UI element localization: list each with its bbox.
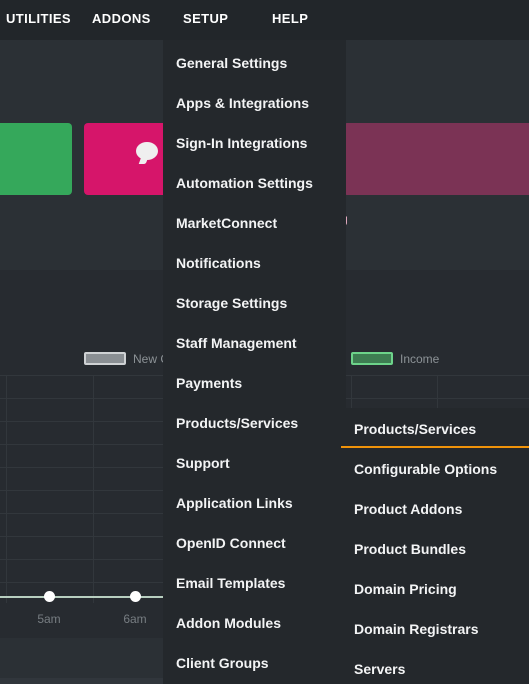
setup-dropdown-menu: General Settings Apps & Integrations Sig… <box>163 40 346 684</box>
submenu-item-configurable-options[interactable]: Configurable Options <box>354 458 529 480</box>
menu-item-products-services[interactable]: Products/Services <box>176 412 346 434</box>
speech-bubble-icon <box>136 142 158 160</box>
menu-item-sign-in-integrations[interactable]: Sign-In Integrations <box>176 132 346 154</box>
menu-item-general-settings[interactable]: General Settings <box>176 52 346 74</box>
submenu-item-product-bundles[interactable]: Product Bundles <box>354 538 529 560</box>
legend-label: Income <box>400 351 440 366</box>
stat-card-wine[interactable] <box>343 123 529 195</box>
chart-gridline-v <box>93 375 94 603</box>
menu-item-marketconnect[interactable]: MarketConnect <box>176 212 346 234</box>
menu-item-client-groups[interactable]: Client Groups <box>176 652 346 674</box>
submenu-item-domain-pricing[interactable]: Domain Pricing <box>354 578 529 600</box>
stat-card-green[interactable] <box>0 123 72 195</box>
chart-xtick-label: 5am <box>37 612 61 626</box>
menu-item-storage-settings[interactable]: Storage Settings <box>176 292 346 314</box>
submenu-active-underline <box>341 446 529 448</box>
chart-datapoint[interactable] <box>44 591 55 602</box>
products-services-submenu: Products/Services Configurable Options P… <box>341 408 529 684</box>
menu-item-automation-settings[interactable]: Automation Settings <box>176 172 346 194</box>
legend-swatch-icon <box>351 352 393 366</box>
nav-item-utilities[interactable]: UTILITIES <box>6 11 71 27</box>
top-navigation-bar: UTILITIES ADDONS SETUP HELP <box>0 0 529 40</box>
menu-item-email-templates[interactable]: Email Templates <box>176 572 346 594</box>
menu-item-payments[interactable]: Payments <box>176 372 346 394</box>
legend-entry-income[interactable]: Income <box>351 350 439 368</box>
menu-item-support[interactable]: Support <box>176 452 346 474</box>
nav-item-setup[interactable]: SETUP <box>183 11 228 27</box>
menu-item-notifications[interactable]: Notifications <box>176 252 346 274</box>
submenu-item-servers[interactable]: Servers <box>354 658 529 680</box>
nav-item-addons[interactable]: ADDONS <box>92 11 151 27</box>
legend-entry-new-clients[interactable]: New C <box>84 350 169 368</box>
submenu-item-domain-registrars[interactable]: Domain Registrars <box>354 618 529 640</box>
submenu-item-product-addons[interactable]: Product Addons <box>354 498 529 520</box>
menu-item-apps-integrations[interactable]: Apps & Integrations <box>176 92 346 114</box>
menu-item-application-links[interactable]: Application Links <box>176 492 346 514</box>
chart-gridline-v <box>6 375 7 603</box>
menu-item-addon-modules[interactable]: Addon Modules <box>176 612 346 634</box>
chart-datapoint[interactable] <box>130 591 141 602</box>
submenu-item-products-services[interactable]: Products/Services <box>354 418 529 440</box>
legend-swatch-icon <box>84 352 126 366</box>
chart-xtick-label: 6am <box>123 612 147 626</box>
menu-item-openid-connect[interactable]: OpenID Connect <box>176 532 346 554</box>
nav-item-help[interactable]: HELP <box>272 11 308 27</box>
app-window: g New C Income <box>0 0 529 684</box>
menu-item-staff-management[interactable]: Staff Management <box>176 332 346 354</box>
